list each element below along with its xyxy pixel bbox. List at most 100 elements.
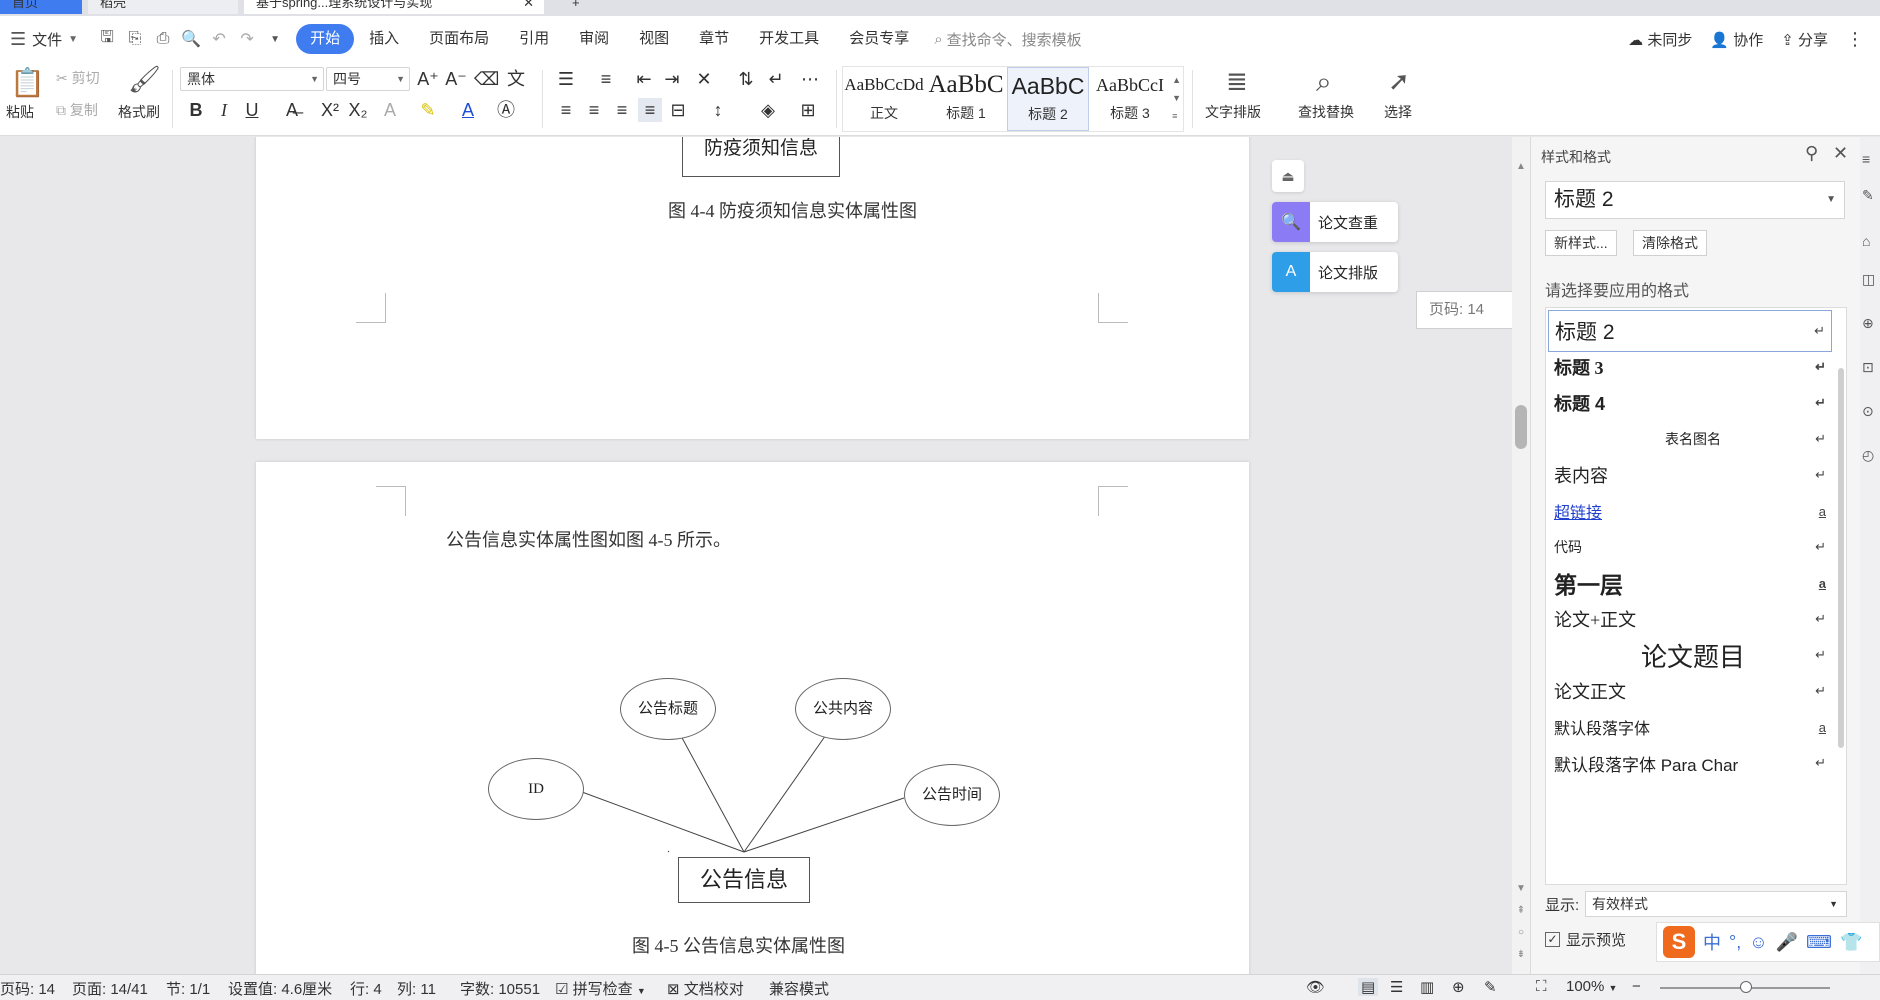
bullets-icon[interactable]: ☰: [554, 67, 578, 91]
style-item-default-para-char[interactable]: 默认段落字体 Para Char ↵: [1548, 742, 1832, 784]
tab-document[interactable]: 基于spring...理系统设计与实现 ✕: [244, 0, 544, 14]
char-border-icon[interactable]: Ⓐ: [494, 98, 518, 122]
highlight-icon[interactable]: ✎: [416, 98, 440, 122]
sogou-logo-icon[interactable]: S: [1663, 926, 1695, 958]
tab-home[interactable]: 首页: [0, 0, 82, 14]
pin-icon[interactable]: ⚲: [1805, 143, 1818, 164]
prev-page-icon[interactable]: ⇞: [1512, 905, 1530, 916]
tool-icon[interactable]: ≡: [1862, 151, 1870, 167]
status-col[interactable]: 列: 11: [397, 978, 436, 999]
scroll-up-icon[interactable]: ▲: [1512, 161, 1530, 172]
undo-icon[interactable]: ↶: [206, 26, 232, 52]
superscript-icon[interactable]: X²: [318, 98, 342, 122]
tab-developer[interactable]: 开发工具: [744, 24, 834, 54]
read-view-icon[interactable]: ▥: [1420, 978, 1434, 996]
font-color-icon[interactable]: A: [456, 98, 480, 122]
justify-icon[interactable]: ≡: [638, 98, 662, 122]
paste-icon[interactable]: 📋: [10, 66, 45, 99]
status-page[interactable]: 页面: 14/41: [72, 978, 148, 999]
style-list-scrollbar[interactable]: [1838, 368, 1844, 748]
text-layout-icon[interactable]: ≣: [1226, 66, 1248, 97]
show-filter-select[interactable]: 有效样式 ▼: [1585, 891, 1847, 917]
shading-icon[interactable]: ◈: [756, 98, 780, 122]
tool-icon[interactable]: ◫: [1862, 271, 1875, 288]
tab-stops-icon[interactable]: ⋯: [798, 67, 822, 91]
zoom-out-icon[interactable]: −: [1632, 978, 1641, 995]
font-size-select[interactable]: 四号 ▼: [326, 67, 410, 91]
outdent-icon[interactable]: ⇤: [632, 67, 656, 91]
bold-button[interactable]: B: [184, 98, 208, 122]
eye-icon[interactable]: 👁: [1306, 978, 1325, 996]
more-icon[interactable]: ⋮: [1846, 29, 1864, 50]
status-words[interactable]: 字数: 10551: [460, 978, 540, 999]
vertical-scrollbar[interactable]: ▲ ▼ ⇞ ○ ⇟: [1512, 137, 1530, 974]
tool-icon[interactable]: ⌂: [1862, 233, 1870, 249]
shrink-font-icon[interactable]: A⁻: [444, 67, 468, 91]
style-heading-1[interactable]: AaBbC 标题 1: [925, 67, 1007, 131]
outline-view-icon[interactable]: ☰: [1390, 978, 1403, 996]
share-button[interactable]: ⇪ 分享: [1781, 29, 1828, 50]
document-canvas[interactable]: 防疫须知信息 图 4-4 防疫须知信息实体属性图 公告信息实体属性图如图 4-5…: [0, 137, 1520, 974]
style-heading-2[interactable]: AaBbC 标题 2: [1007, 67, 1089, 131]
gallery-scroll-icon[interactable]: ▲ ▼ ≡: [1172, 71, 1181, 125]
spell-check-button[interactable]: ☑ 拼写检查 ▼: [555, 978, 646, 999]
paper-layout-button[interactable]: A 论文排版: [1272, 252, 1398, 292]
file-menu[interactable]: ☰ 文件 ▼: [0, 29, 78, 50]
cut-button[interactable]: ✂ 剪切: [56, 68, 100, 88]
select-button[interactable]: 选择: [1384, 102, 1412, 122]
scrollbar-thumb[interactable]: [1515, 405, 1527, 449]
paste-button[interactable]: 粘贴: [6, 102, 34, 122]
find-replace-button[interactable]: 查找替换: [1298, 102, 1354, 122]
pen-icon[interactable]: ✎: [1484, 978, 1497, 996]
tool-icon[interactable]: ⊕: [1862, 315, 1874, 332]
tool-icon[interactable]: ⊙: [1862, 403, 1874, 420]
text-layout-button[interactable]: 文字排版: [1205, 102, 1261, 122]
redo-icon[interactable]: ↷: [234, 26, 260, 52]
phonetic-icon[interactable]: 文: [504, 67, 528, 91]
tab-view[interactable]: 视图: [624, 24, 684, 54]
borders-icon[interactable]: ⊞: [796, 98, 820, 122]
print-icon[interactable]: ⎙: [150, 26, 176, 52]
tab-chapter[interactable]: 章节: [684, 24, 744, 54]
web-view-icon[interactable]: ⊕: [1452, 978, 1465, 996]
sync-status-button[interactable]: ☁ 未同步: [1628, 29, 1692, 50]
format-painter-button[interactable]: 格式刷: [118, 102, 160, 122]
line-spacing-icon[interactable]: ↕: [706, 98, 730, 122]
tab-review[interactable]: 审阅: [564, 24, 624, 54]
quick-access-dropdown-icon[interactable]: ▼: [262, 26, 288, 52]
skin-icon[interactable]: 👕: [1840, 932, 1862, 953]
chinese-layout-icon[interactable]: ✕: [692, 67, 716, 91]
style-normal[interactable]: AaBbCcDd 正文: [843, 67, 925, 131]
new-style-button[interactable]: 新样式...: [1545, 230, 1617, 256]
font-name-select[interactable]: 黑体 ▼: [180, 67, 324, 91]
strikethrough-icon[interactable]: A̶: [280, 98, 304, 122]
show-marks-icon[interactable]: ↵: [764, 67, 788, 91]
fit-page-icon[interactable]: ⛶: [1536, 978, 1547, 995]
keyboard-icon[interactable]: ⌨: [1806, 932, 1832, 953]
find-icon[interactable]: ⌕: [1316, 66, 1332, 99]
align-center-icon[interactable]: ≡: [582, 98, 606, 122]
next-page-icon[interactable]: ⇟: [1512, 949, 1530, 960]
style-heading-3[interactable]: AaBbCcI 标题 3: [1089, 67, 1171, 131]
tab-page-layout[interactable]: 页面布局: [414, 24, 504, 54]
tool-icon[interactable]: ✎: [1862, 187, 1874, 204]
subscript-icon[interactable]: X₂: [346, 98, 370, 122]
indent-icon[interactable]: ⇥: [660, 67, 684, 91]
tab-close-icon[interactable]: ✕: [523, 0, 534, 14]
status-setting[interactable]: 设置值: 4.6厘米: [228, 978, 332, 999]
print-preview-icon[interactable]: 🔍: [178, 26, 204, 52]
select-cursor-icon[interactable]: ➚: [1388, 66, 1410, 97]
tool-icon[interactable]: ⊡: [1862, 359, 1874, 376]
clear-format-icon[interactable]: ⌫: [474, 67, 499, 91]
tab-start[interactable]: 开始: [296, 24, 355, 54]
clear-format-button[interactable]: 清除格式: [1633, 230, 1707, 256]
export-pdf-icon[interactable]: ⎘: [122, 26, 148, 52]
grow-font-icon[interactable]: A⁺: [416, 67, 440, 91]
distribute-icon[interactable]: ⊟: [666, 98, 690, 122]
proofread-button[interactable]: ⊠ 文档校对: [667, 978, 744, 999]
copy-button[interactable]: ⧉ 复制: [56, 100, 98, 120]
tab-daoke[interactable]: 稻壳: [88, 0, 238, 14]
tool-icon[interactable]: ◴: [1862, 447, 1874, 464]
show-preview-checkbox[interactable]: ✓ 显示预览: [1545, 929, 1626, 950]
current-style-select[interactable]: 标题 2 ▼: [1545, 181, 1845, 219]
